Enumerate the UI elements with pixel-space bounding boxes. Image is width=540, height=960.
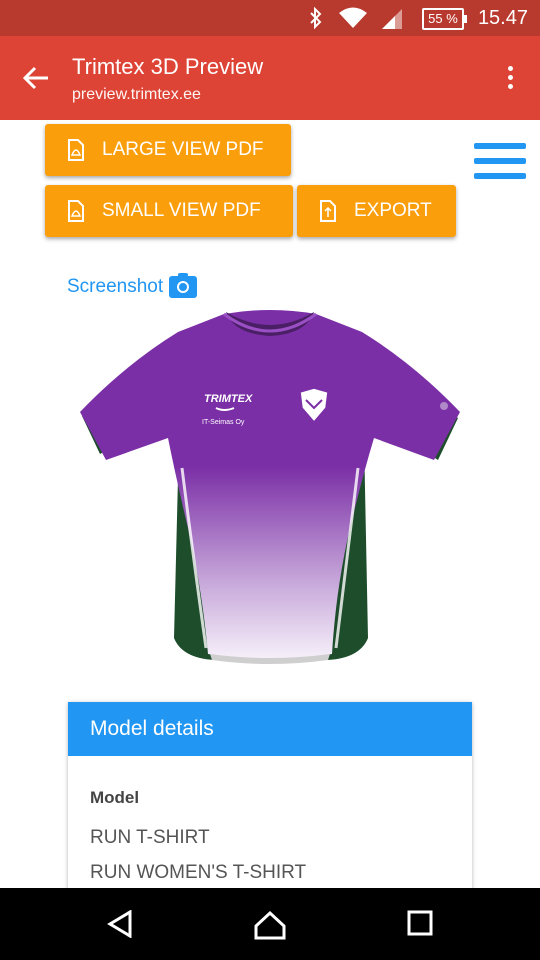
bluetooth-icon bbox=[310, 6, 322, 30]
screenshot-link[interactable]: Screenshot bbox=[67, 273, 198, 298]
more-options-icon[interactable] bbox=[508, 66, 514, 93]
app-bar: Trimtex 3D Preview preview.trimtex.ee bbox=[0, 36, 540, 120]
pdf-icon bbox=[68, 200, 84, 222]
large-view-pdf-button[interactable]: LARGE VIEW PDF bbox=[45, 124, 291, 176]
nav-back-icon[interactable] bbox=[106, 910, 134, 938]
pdf-icon bbox=[68, 139, 84, 161]
export-file-icon bbox=[320, 200, 336, 222]
export-button[interactable]: EXPORT bbox=[297, 185, 456, 237]
page-url: preview.trimtex.ee bbox=[72, 86, 201, 103]
export-label: EXPORT bbox=[354, 200, 432, 221]
shirt-3d-preview[interactable]: TRIMTEX IT-Seimas Oy bbox=[74, 308, 466, 670]
shirt-sponsor-text: IT-Seimas Oy bbox=[202, 419, 245, 426]
model-details-header: Model details bbox=[68, 702, 472, 756]
model-details-card: Model details Model RUN T-SHIRT RUN WOME… bbox=[68, 702, 472, 902]
system-nav-bar bbox=[0, 888, 540, 960]
nav-recents-icon[interactable] bbox=[407, 910, 433, 936]
large-view-pdf-label: LARGE VIEW PDF bbox=[102, 139, 264, 160]
small-view-pdf-label: SMALL VIEW PDF bbox=[102, 200, 261, 221]
camera-icon bbox=[169, 273, 198, 298]
model-item: RUN WOMEN'S T-SHIRT bbox=[90, 862, 307, 883]
page-title: Trimtex 3D Preview bbox=[72, 54, 264, 79]
back-arrow-icon[interactable] bbox=[22, 64, 50, 92]
battery-indicator: 55 % bbox=[422, 8, 467, 30]
clock: 15.47 bbox=[477, 7, 528, 29]
hamburger-menu-icon[interactable] bbox=[474, 143, 526, 188]
signal-icon bbox=[382, 9, 402, 29]
model-item: RUN T-SHIRT bbox=[90, 827, 210, 848]
nav-home-icon[interactable] bbox=[254, 910, 286, 940]
small-view-pdf-button[interactable]: SMALL VIEW PDF bbox=[45, 185, 293, 237]
model-label: Model bbox=[90, 788, 140, 807]
screenshot-label: Screenshot bbox=[67, 276, 164, 297]
status-bar: 55 % 15.47 bbox=[0, 0, 540, 36]
shirt-brand-text: TRIMTEX bbox=[204, 393, 253, 405]
wifi-icon bbox=[339, 7, 367, 28]
